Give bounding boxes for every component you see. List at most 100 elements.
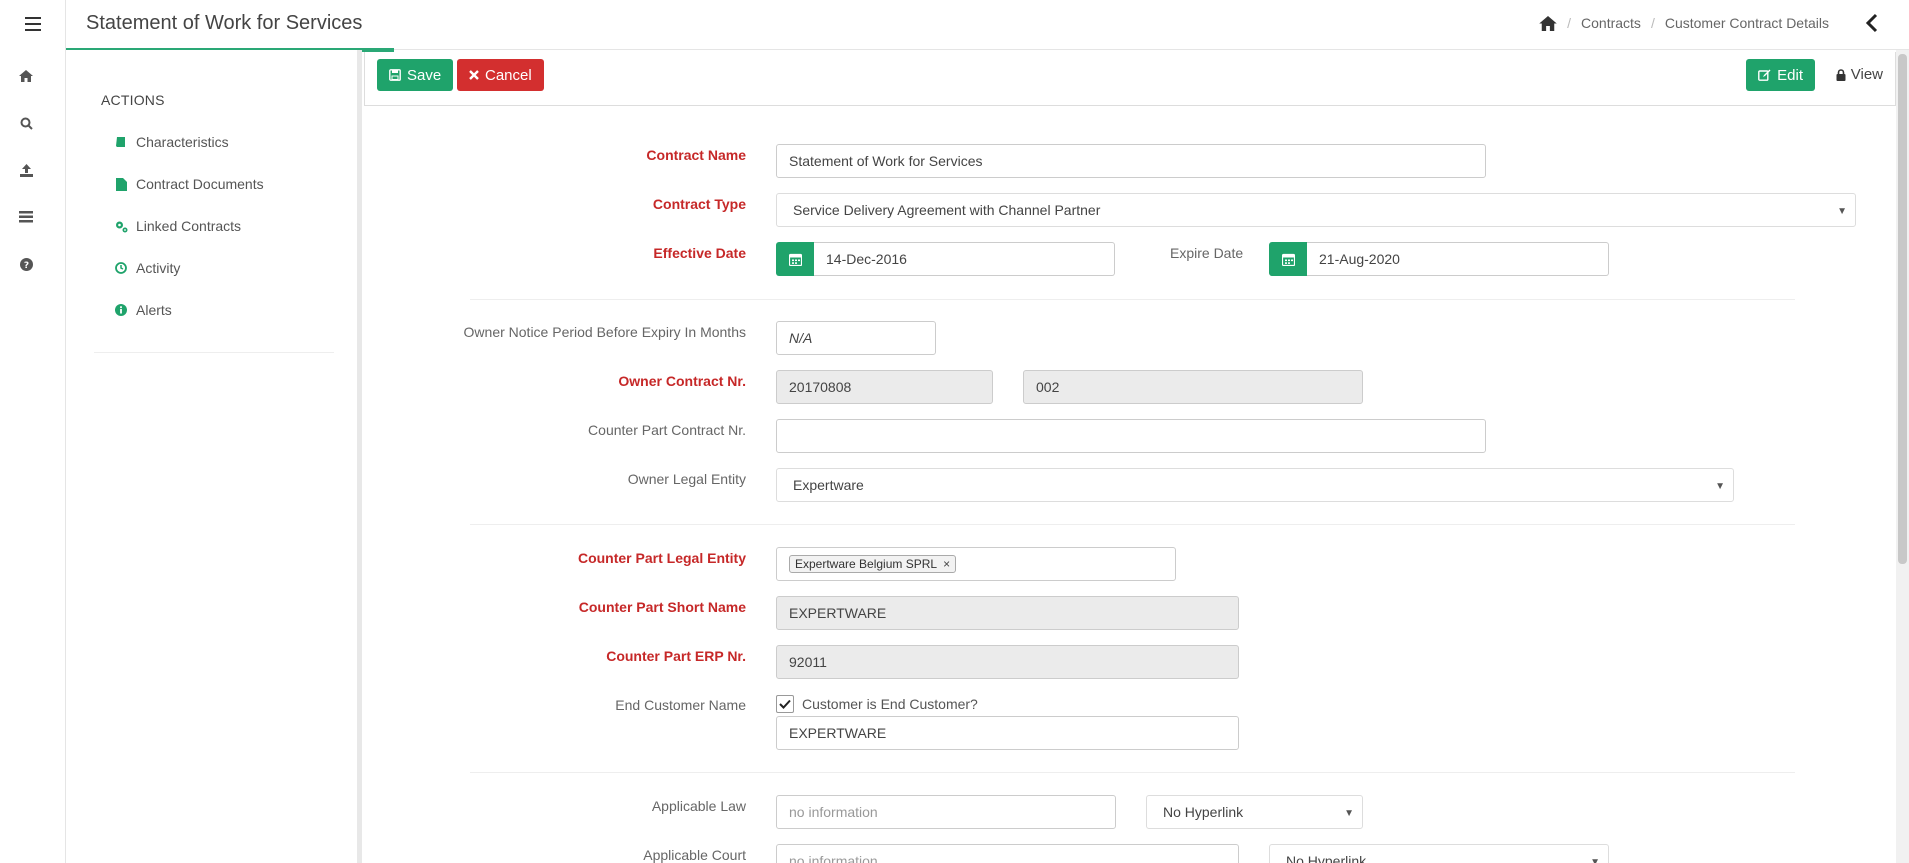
section-divider [470, 772, 1795, 773]
chevron-down-icon: ▼ [1715, 481, 1725, 492]
end-customer-name-input[interactable]: EXPERTWARE [776, 716, 1239, 750]
sidebar-divider [94, 352, 334, 353]
sidebar-item-characteristics[interactable]: Characteristics [114, 134, 229, 150]
save-button[interactable]: Save [377, 59, 454, 91]
applicable-law-input[interactable]: no information [776, 795, 1116, 829]
page-title: Statement of Work for Services [86, 12, 363, 34]
section-divider [470, 299, 1795, 300]
contract-name-input[interactable]: Statement of Work for Services [776, 144, 1486, 178]
expire-date-input[interactable]: 21-Aug-2020 [1307, 242, 1609, 276]
info-icon [114, 303, 128, 317]
section-divider [470, 524, 1795, 525]
sidebar-item-label: Contract Documents [136, 176, 264, 192]
contract-type-select[interactable]: Service Delivery Agreement with Channel … [776, 193, 1856, 227]
sidebar-item-alerts[interactable]: Alerts [114, 302, 172, 318]
notice-period-label: Owner Notice Period Before Expiry In Mon… [463, 324, 746, 340]
rail-list-button[interactable] [18, 209, 34, 225]
selected-entity-tag-label: Expertware Belgium SPRL [795, 557, 938, 571]
chevron-down-icon: ▼ [1837, 206, 1847, 217]
owner-legal-entity-label: Owner Legal Entity [627, 471, 746, 487]
floppy-icon [389, 69, 401, 81]
effective-date-input[interactable]: 14-Dec-2016 [814, 242, 1115, 276]
svg-text:?: ? [23, 261, 28, 271]
breadcrumb-separator: / [1650, 15, 1655, 31]
actions-sidebar: ACTIONS Characteristics Contract Documen… [66, 50, 362, 863]
sidebar-item-activity[interactable]: Activity [114, 260, 180, 276]
rail-upload-button[interactable] [18, 162, 34, 178]
chevron-down-icon: ▼ [1344, 808, 1354, 819]
chevron-down-icon: ▼ [1590, 857, 1600, 863]
calendar-icon [1281, 253, 1295, 266]
cancel-button-label: Cancel [485, 66, 532, 84]
counter-part-erp-nr-input: 92011 [776, 645, 1239, 679]
expire-date-picker: 21-Aug-2020 [1269, 242, 1609, 276]
icon-rail: ? [0, 0, 66, 863]
rail-help-button[interactable]: ? [18, 256, 34, 272]
owner-legal-entity-value: Expertware [793, 477, 864, 493]
sidebar-item-label: Linked Contracts [136, 218, 242, 234]
counter-part-contract-nr-input[interactable] [776, 419, 1486, 453]
end-customer-checkbox[interactable]: Customer is End Customer? [776, 695, 978, 713]
applicable-court-hyperlink-select[interactable]: No Hyperlink ▼ [1269, 844, 1609, 863]
applicable-law-label: Applicable Law [651, 798, 746, 814]
breadcrumb-current: Customer Contract Details [1664, 15, 1829, 31]
save-button-label: Save [407, 66, 442, 84]
applicable-law-hyperlink-select[interactable]: No Hyperlink ▼ [1146, 795, 1363, 829]
cogs-icon [114, 219, 128, 233]
counter-part-contract-nr-label: Counter Part Contract Nr. [588, 422, 746, 438]
scrollbar-thumb[interactable] [1898, 54, 1907, 564]
effective-date-picker: 14-Dec-2016 [776, 242, 1115, 276]
counter-part-erp-nr-label: Counter Part ERP Nr. [606, 648, 746, 664]
view-label: View [1850, 66, 1883, 83]
counter-part-short-name-label: Counter Part Short Name [578, 599, 746, 615]
expire-date-label: Expire Date [1170, 245, 1244, 261]
collapse-panel-button[interactable] [1865, 13, 1885, 35]
owner-legal-entity-select[interactable]: Expertware ▼ [776, 468, 1734, 502]
menu-toggle-button[interactable] [0, 0, 66, 48]
sidebar-item-label: Characteristics [136, 134, 229, 150]
calendar-button[interactable] [776, 242, 814, 276]
form-toolbar: Save Cancel Edit View [364, 52, 1896, 106]
remove-tag-button[interactable]: × [943, 557, 950, 571]
page-scrollbar[interactable] [1896, 50, 1909, 863]
list-icon [19, 211, 33, 223]
counter-part-legal-entity-label: Counter Part Legal Entity [577, 550, 746, 566]
contract-name-label: Contract Name [646, 147, 746, 163]
end-customer-name-label: End Customer Name [615, 697, 746, 713]
owner-contract-nr-suffix-input: 002 [1023, 370, 1363, 404]
sidebar-item-contract-documents[interactable]: Contract Documents [114, 176, 264, 192]
contract-form: Contract Name Statement of Work for Serv… [366, 106, 1896, 863]
page-header: Statement of Work for Services / Contrac… [66, 0, 1909, 52]
sidebar-item-linked-contracts[interactable]: Linked Contracts [114, 218, 241, 234]
edit-button-label: Edit [1777, 66, 1803, 84]
search-icon [20, 117, 33, 130]
sidebar-item-label: Activity [136, 260, 181, 276]
selected-entity-tag: Expertware Belgium SPRL × [789, 555, 957, 573]
edit-button[interactable]: Edit [1746, 59, 1815, 91]
counter-part-legal-entity-multiselect[interactable]: Expertware Belgium SPRL × [776, 547, 1176, 581]
checkmark-icon [779, 699, 791, 709]
file-icon [114, 177, 128, 191]
sidebar-item-label: Alerts [136, 302, 172, 318]
lock-icon [1836, 68, 1846, 81]
chevron-left-icon [1865, 13, 1878, 33]
breadcrumb-home-link[interactable] [1539, 15, 1557, 31]
upload-icon [19, 163, 33, 177]
hamburger-icon [25, 17, 41, 31]
checkbox-box[interactable] [776, 695, 794, 713]
calendar-icon [788, 253, 802, 266]
owner-contract-nr-input: 20170808 [776, 370, 993, 404]
edit-icon [1758, 69, 1771, 81]
breadcrumb-contracts-link[interactable]: Contracts [1581, 15, 1641, 31]
contract-type-value: Service Delivery Agreement with Channel … [793, 202, 1101, 218]
cancel-button[interactable]: Cancel [457, 59, 544, 91]
notice-period-input[interactable]: N/A [776, 321, 936, 355]
applicable-court-input[interactable]: no information [776, 844, 1239, 863]
rail-search-button[interactable] [18, 115, 34, 131]
view-mode-indicator[interactable]: View [1836, 66, 1883, 83]
help-icon: ? [19, 257, 33, 271]
applicable-court-label: Applicable Court [643, 847, 746, 863]
rail-home-button[interactable] [18, 68, 34, 84]
contract-type-label: Contract Type [652, 196, 746, 212]
calendar-button[interactable] [1269, 242, 1307, 276]
